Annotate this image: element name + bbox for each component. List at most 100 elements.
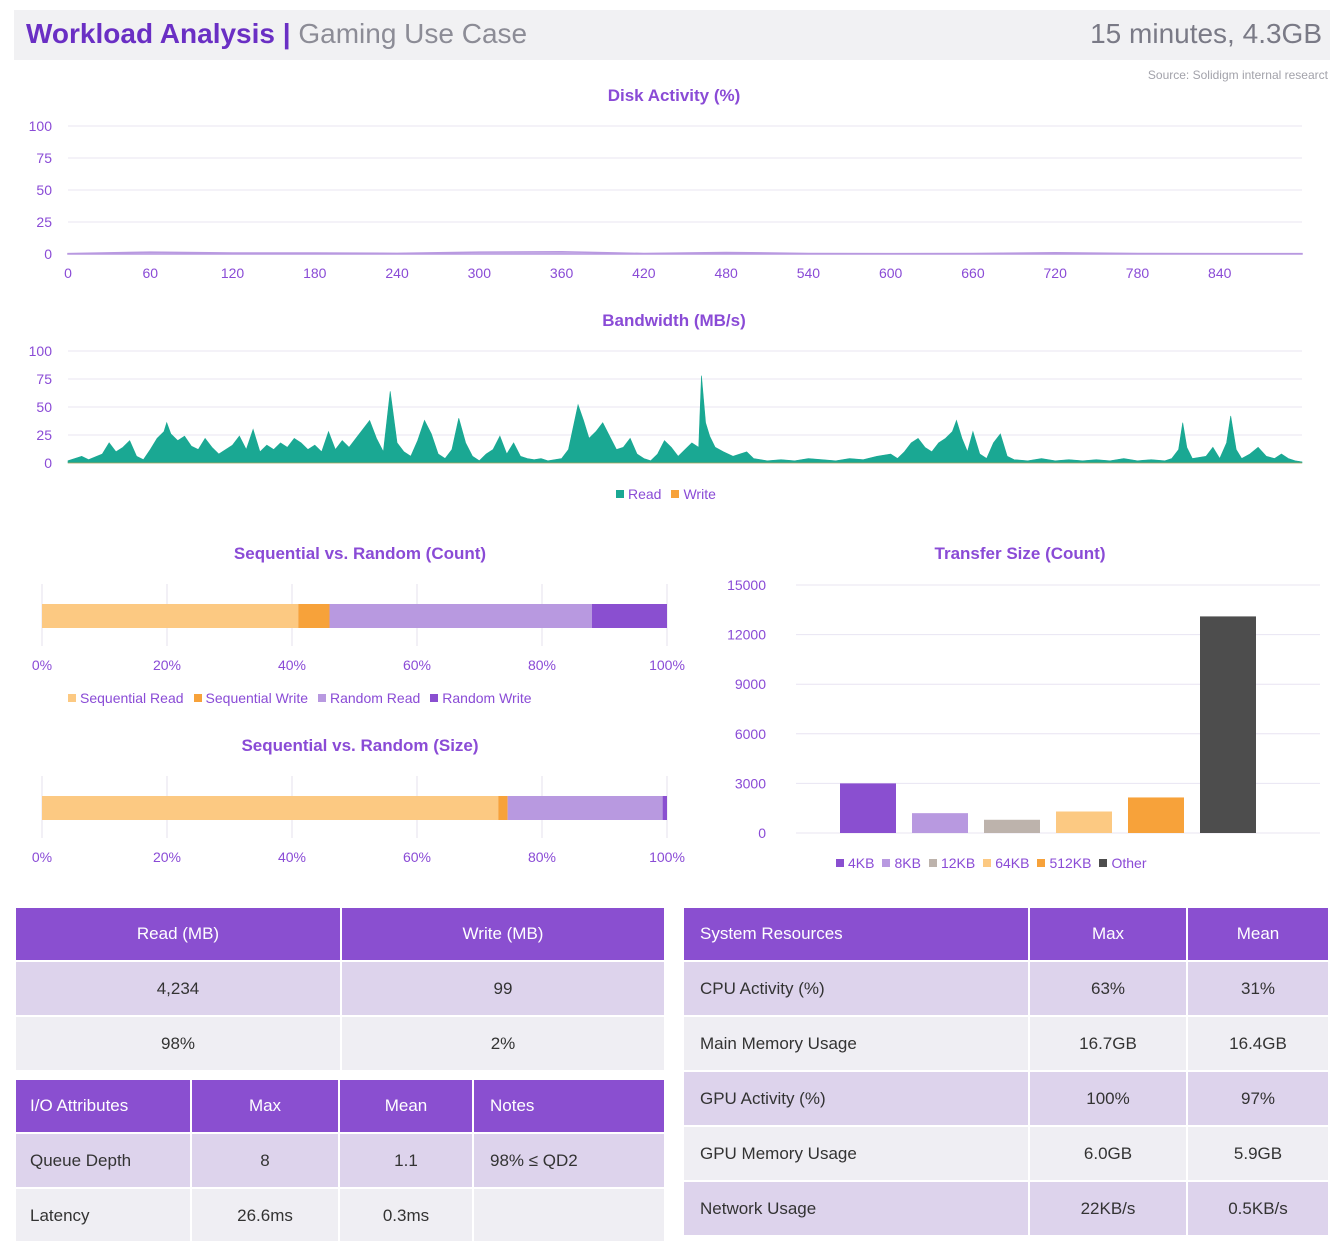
latency-label: Latency — [14, 1187, 192, 1241]
x-tick-label: 60% — [403, 849, 431, 865]
x-tick-label: 80% — [528, 849, 556, 865]
gpu-activity-mean: 97% — [1186, 1070, 1330, 1127]
queue-depth-label: Queue Depth — [14, 1132, 192, 1189]
io-mean-header: Mean — [338, 1078, 474, 1134]
x-tick-label: 100% — [649, 849, 685, 865]
legend-label-8kb: 8KB — [894, 855, 921, 871]
legend-label-rand-write: Random Write — [442, 690, 532, 706]
x-tick-label: 240 — [385, 265, 409, 281]
legend-label-write: Write — [683, 486, 716, 502]
legend-label-rand-read: Random Read — [330, 690, 421, 706]
latency-mean: 0.3ms — [338, 1187, 474, 1241]
title-text: Workload Analysis | — [26, 18, 291, 49]
table-header-row: System Resources Max Mean — [682, 906, 1330, 962]
gpu-memory-label: GPU Memory Usage — [682, 1125, 1030, 1182]
y-tick-label: 75 — [36, 371, 52, 387]
table-row: Main Memory Usage 16.7GB 16.4GB — [682, 1015, 1330, 1072]
legend-label-seq-write: Sequential Write — [205, 690, 308, 706]
seq-count-title: Sequential vs. Random (Count) — [233, 544, 487, 563]
8kb-swatch — [882, 859, 891, 867]
series-area-activity — [67, 250, 1303, 255]
seq-size-title: Sequential vs. Random (Size) — [241, 736, 479, 755]
rand-read-swatch — [318, 694, 326, 702]
transfer-size-title: Transfer Size (Count) — [934, 544, 1106, 563]
source-note: Source: Solidigm internal researct — [1147, 68, 1328, 82]
x-tick-label: 300 — [468, 265, 492, 281]
queue-depth-max: 8 — [190, 1132, 340, 1189]
legend-item-64kb: 64KB — [983, 855, 1029, 871]
legend-label-read: Read — [628, 486, 662, 502]
legend-item-read: Read — [616, 486, 661, 502]
read-mb-value: 4,234 — [14, 960, 342, 1017]
queue-depth-notes: 98% ≤ QD2 — [472, 1132, 666, 1189]
main-memory-mean: 16.4GB — [1186, 1015, 1330, 1072]
legend-label-other: Other — [1111, 855, 1147, 871]
bandwidth-legend: Read Write — [616, 486, 716, 502]
y-tick-label: 3000 — [735, 775, 766, 791]
legend-label-4kb: 4KB — [848, 855, 875, 871]
legend-label-64kb: 64KB — [995, 855, 1030, 871]
legend-item-4kb: 4KB — [836, 855, 874, 871]
disk-activity-title: Disk Activity (%) — [607, 86, 741, 105]
latency-notes — [472, 1187, 666, 1241]
gpu-memory-mean: 5.9GB — [1186, 1125, 1330, 1182]
main-memory-label: Main Memory Usage — [682, 1015, 1030, 1072]
x-tick-label: 20% — [153, 657, 181, 673]
x-tick-label: 40% — [278, 849, 306, 865]
x-tick-label: 540 — [797, 265, 821, 281]
seq-count-chart: 0% 20% 40% 60% 80% 100% — [32, 584, 685, 673]
x-tick-label: 0 — [64, 265, 72, 281]
512kb-swatch — [1037, 859, 1046, 867]
x-tick-label: 660 — [961, 265, 985, 281]
queue-depth-mean: 1.1 — [338, 1132, 474, 1189]
legend-item-rand-read: Random Read — [318, 690, 420, 706]
x-tick-label: 780 — [1126, 265, 1150, 281]
x-tick-label: 100% — [649, 657, 685, 673]
legend-item-12kb: 12KB — [928, 855, 975, 871]
network-usage-label: Network Usage — [682, 1180, 1030, 1237]
write-swatch — [671, 490, 680, 498]
x-tick-label: 0% — [32, 657, 52, 673]
system-resources-table: System Resources Max Mean CPU Activity (… — [682, 906, 1330, 1237]
bar-64kb — [1056, 811, 1112, 833]
table-row: Latency 26.6ms 0.3ms — [14, 1187, 666, 1241]
table-row: Queue Depth 8 1.1 98% ≤ QD2 — [14, 1132, 666, 1189]
read-mb-header: Read (MB) — [14, 906, 342, 962]
y-tick-label: 25 — [36, 214, 52, 230]
read-pct-value: 98% — [14, 1015, 342, 1072]
sys-max-header: Max — [1028, 906, 1188, 962]
legend-label-seq-read: Sequential Read — [80, 690, 184, 706]
sys-mean-header: Mean — [1186, 906, 1330, 962]
cpu-activity-max: 63% — [1028, 960, 1188, 1017]
12kb-swatch — [928, 859, 937, 867]
x-tick-label: 0% — [32, 849, 52, 865]
rand-write-swatch — [430, 694, 439, 702]
x-tick-label: 360 — [550, 265, 574, 281]
bar-12kb — [984, 819, 1040, 833]
write-mb-header: Write (MB) — [340, 906, 666, 962]
bar-segment-sequential-write — [298, 604, 330, 628]
io-attributes-table: I/O Attributes Max Mean Notes Queue Dept… — [14, 1078, 666, 1241]
write-mb-value: 99 — [340, 960, 666, 1017]
transfer-size-legend: 4KB 8KB 12KB 64KB 512KB Other — [836, 855, 1147, 871]
io-max-header: Max — [190, 1078, 340, 1134]
x-tick-label: 40% — [278, 657, 306, 673]
bar-other — [1200, 616, 1256, 833]
gpu-activity-label: GPU Activity (%) — [682, 1070, 1030, 1127]
summary-text: 15 minutes, 4.3GB — [1090, 18, 1322, 49]
bar-4kb — [840, 783, 896, 833]
read-swatch — [616, 490, 624, 498]
seq-read-swatch — [68, 694, 76, 702]
disk-activity-chart: 100 75 50 25 00 60 120 180 240 300 360 420 480 540 600… — [29, 118, 1303, 281]
x-tick-label: 720 — [1044, 265, 1068, 281]
bar-segment-random-write — [592, 604, 667, 628]
seq-write-swatch — [193, 694, 202, 702]
table-header-row: Read (MB) Write (MB) — [14, 906, 666, 962]
table-row: CPU Activity (%) 63% 31% — [682, 960, 1330, 1017]
x-tick-label: 20% — [153, 849, 181, 865]
read-write-table: Read (MB) Write (MB) 4,234 99 98% 2% — [14, 906, 666, 1072]
x-tick-label: 60% — [403, 657, 431, 673]
y-tick-label: 50 — [36, 399, 52, 415]
y-tick-label: 50 — [36, 182, 52, 198]
y-tick-label: 75 — [36, 150, 52, 166]
